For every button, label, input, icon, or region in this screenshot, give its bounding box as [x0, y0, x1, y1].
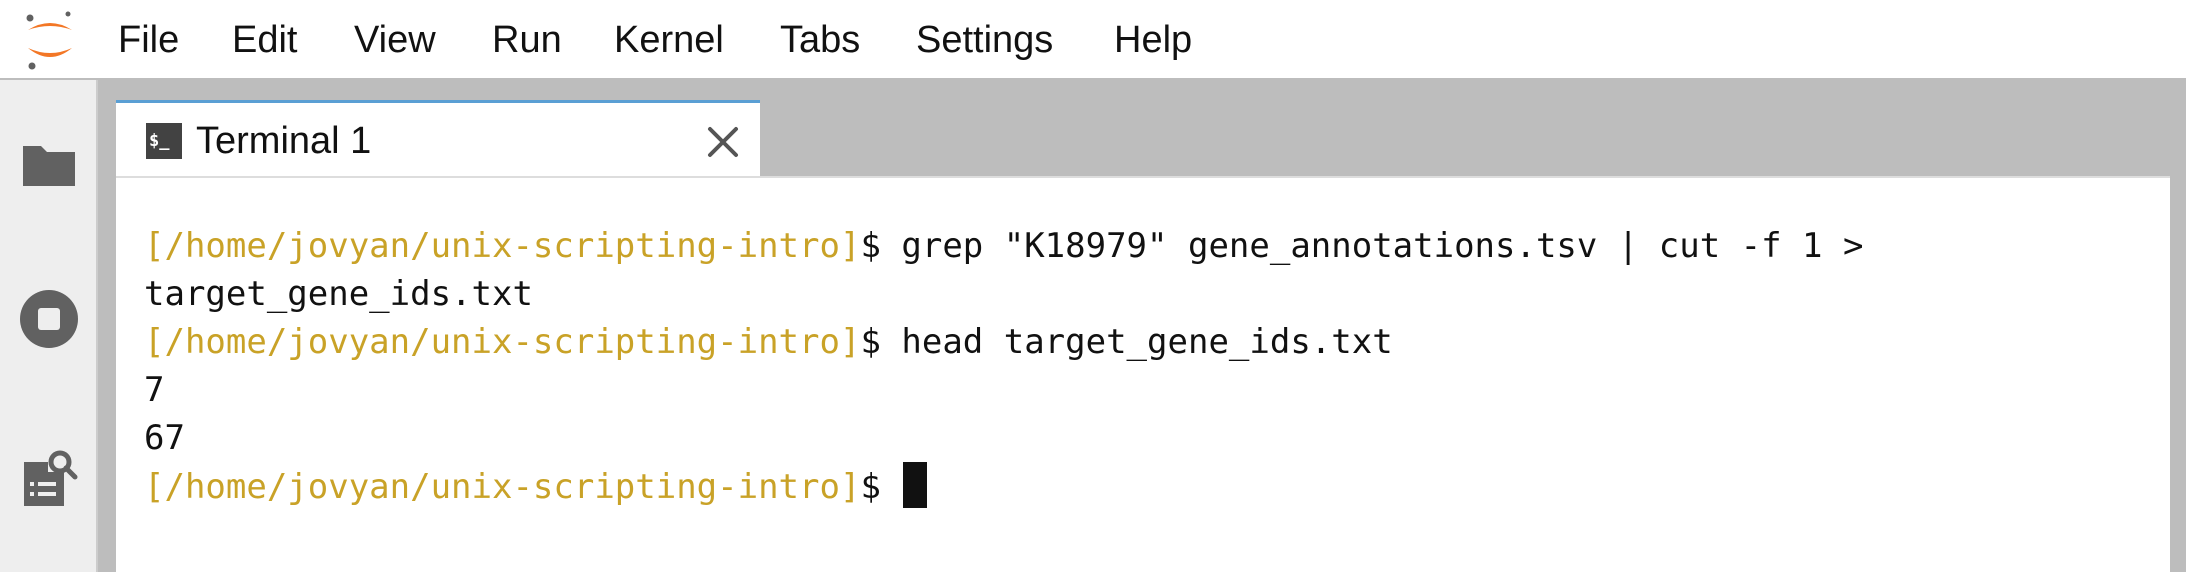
stop-circle-icon[interactable] [18, 288, 80, 350]
left-sidebar [0, 80, 98, 572]
terminal-line: 67 [144, 414, 185, 462]
terminal-output: 7 [144, 370, 165, 410]
folder-icon[interactable] [18, 132, 80, 194]
terminal-prompt: [/home/jovyan/unix-scripting-intro] [144, 322, 861, 362]
menu-bar: File Edit View Run Kernel Tabs Settings … [0, 0, 2186, 80]
close-icon[interactable] [706, 125, 740, 159]
terminal-line: 7 [144, 366, 164, 414]
terminal-line: [/home/jovyan/unix-scripting-intro]$ gre… [144, 222, 1863, 270]
terminal-prompt: [/home/jovyan/unix-scripting-intro] [144, 226, 861, 266]
terminal-output: target_gene_ids.txt [144, 274, 533, 314]
menu-help[interactable]: Help [1114, 18, 1192, 62]
menu-run[interactable]: Run [492, 18, 562, 62]
terminal-icon: $_ [146, 123, 182, 159]
menu-settings[interactable]: Settings [916, 18, 1053, 62]
terminal-line: target_gene_ids.txt [144, 270, 533, 318]
terminal-command: $ head target_gene_ids.txt [860, 322, 1393, 362]
property-inspector-icon[interactable] [18, 448, 80, 510]
tab-terminal-1[interactable]: $_ Terminal 1 [116, 100, 760, 178]
terminal-panel[interactable]: [/home/jovyan/unix-scripting-intro]$ gre… [116, 176, 2170, 572]
menu-file[interactable]: File [118, 18, 179, 62]
terminal-command: $ grep "K18979" gene_annotations.tsv | c… [860, 226, 1864, 266]
terminal-cursor [903, 462, 928, 508]
menu-kernel[interactable]: Kernel [614, 18, 724, 62]
jupyter-logo-icon[interactable] [20, 8, 80, 72]
terminal-command: $ [860, 467, 902, 507]
menu-view[interactable]: View [354, 18, 436, 62]
terminal-prompt: [/home/jovyan/unix-scripting-intro] [144, 467, 861, 507]
tab-label: Terminal 1 [196, 120, 372, 162]
terminal-line: [/home/jovyan/unix-scripting-intro]$ [144, 462, 928, 510]
menu-tabs[interactable]: Tabs [780, 18, 860, 62]
terminal-output: 67 [144, 418, 185, 458]
menu-edit[interactable]: Edit [232, 18, 297, 62]
terminal-line: [/home/jovyan/unix-scripting-intro]$ hea… [144, 318, 1393, 366]
